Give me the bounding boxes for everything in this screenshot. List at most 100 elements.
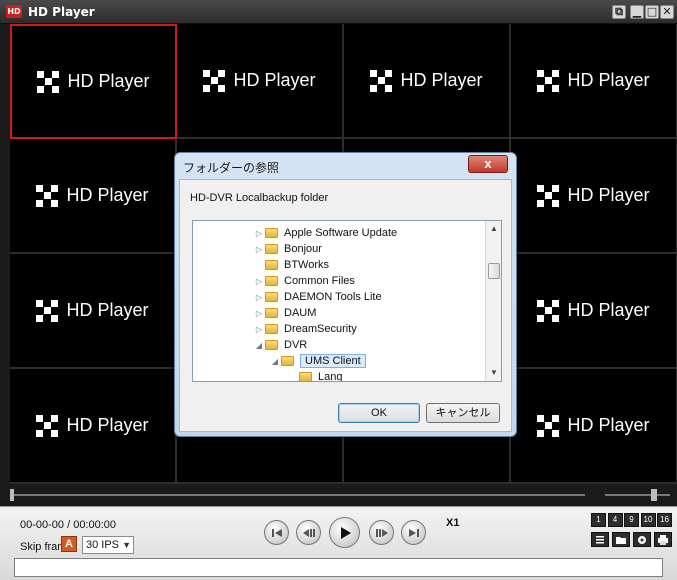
folder-icon xyxy=(265,340,278,350)
seek-slider[interactable] xyxy=(10,488,585,502)
play-icon xyxy=(340,526,351,539)
tree-item[interactable]: BTWorks xyxy=(253,257,329,273)
hd-player-logo-icon xyxy=(37,70,60,93)
video-cell[interactable]: HD Player xyxy=(10,24,177,139)
hd-player-logo-icon xyxy=(537,184,560,207)
skip-mode-badge[interactable]: A xyxy=(61,536,77,552)
settings-icon xyxy=(638,535,646,544)
collapsed-arrow-icon[interactable]: ▷ xyxy=(253,229,265,238)
layout-button[interactable]: 1 xyxy=(591,513,606,527)
fast-forward-icon xyxy=(375,528,388,537)
tree-item-label: DAUM xyxy=(284,307,317,319)
fps-value: 30 IPS xyxy=(86,539,120,551)
video-cell-label: HD Player xyxy=(233,70,316,90)
settings-button[interactable] xyxy=(633,532,651,547)
folder-tree[interactable]: Lang ◢ UMS Client ◢ DVR ▷ DreamSecurity ▷ DAUM ▷ D… xyxy=(192,220,502,382)
volume-track xyxy=(605,494,670,496)
speed-display: X1 xyxy=(446,517,460,529)
hd-player-logo-icon xyxy=(36,414,59,437)
collapsed-arrow-icon[interactable]: ▷ xyxy=(253,309,265,318)
tree-scrollbar[interactable]: ▲ ▼ xyxy=(485,221,501,381)
tree-item-label: BTWorks xyxy=(284,259,330,271)
tree-item[interactable]: ▷ Apple Software Update xyxy=(253,225,397,241)
tree-item[interactable]: ◢ DVR xyxy=(253,337,307,353)
video-cell[interactable]: HD Player xyxy=(511,139,677,254)
tree-item[interactable]: Lang xyxy=(287,369,342,381)
minimize-button[interactable]: ▁ xyxy=(630,5,644,19)
open-folder-icon xyxy=(616,536,626,544)
skip-back-icon xyxy=(271,528,282,537)
collapsed-arrow-icon[interactable]: ▷ xyxy=(253,293,265,302)
video-cell[interactable]: HD Player xyxy=(10,254,177,369)
folder-icon xyxy=(265,324,278,334)
video-cell-label: HD Player xyxy=(567,300,650,320)
video-cell-label: HD Player xyxy=(567,70,650,90)
folder-icon xyxy=(265,276,278,286)
video-cell[interactable]: HD Player xyxy=(10,369,177,484)
tree-item[interactable]: ▷ DreamSecurity xyxy=(253,321,357,337)
tree-item[interactable]: ▷ Bonjour xyxy=(253,241,322,257)
maximize-button[interactable]: □ xyxy=(645,5,659,19)
expanded-arrow-icon[interactable]: ◢ xyxy=(253,341,265,350)
tree-item-label: Common Files xyxy=(284,275,355,287)
collapsed-arrow-icon[interactable]: ▷ xyxy=(253,325,265,334)
control-panel: 00-00-00 / 00:00:00 Skip frame A 30 IPS … xyxy=(0,506,677,580)
scroll-down-icon[interactable]: ▼ xyxy=(486,365,501,381)
cancel-button[interactable]: キャンセル xyxy=(426,403,500,423)
layout-button[interactable]: 9 xyxy=(624,513,639,527)
print-button[interactable] xyxy=(654,532,672,547)
expanded-arrow-icon[interactable]: ◢ xyxy=(269,357,281,366)
volume-slider[interactable] xyxy=(605,488,670,502)
hd-player-logo-icon xyxy=(537,414,560,437)
layout-button[interactable]: 16 xyxy=(657,513,672,527)
video-cell[interactable]: HD Player xyxy=(511,369,677,484)
hd-player-logo-icon xyxy=(370,69,393,92)
rewind-icon xyxy=(302,528,315,537)
video-cell-label: HD Player xyxy=(567,415,650,435)
layout-button[interactable]: 10 xyxy=(640,513,656,527)
dialog-body: HD-DVR Localbackup folder Lang ◢ UMS Clien… xyxy=(179,179,512,432)
hd-player-logo-icon xyxy=(537,69,560,92)
window-title: HD Player xyxy=(28,5,95,19)
video-cell[interactable]: HD Player xyxy=(511,24,677,139)
play-button[interactable] xyxy=(329,517,360,548)
rewind-button[interactable] xyxy=(296,520,321,545)
dialog-title: フォルダーの参照 xyxy=(183,161,280,175)
folder-icon xyxy=(281,356,294,366)
skip-back-button[interactable] xyxy=(264,520,289,545)
restore-icon[interactable]: ⧉ xyxy=(612,5,626,19)
layout-button[interactable]: 4 xyxy=(607,513,623,527)
collapsed-arrow-icon[interactable]: ▷ xyxy=(253,277,265,286)
tree-item-label: DreamSecurity xyxy=(284,323,357,335)
video-cell-label: HD Player xyxy=(66,415,149,435)
chevron-down-icon: ▼ xyxy=(122,540,131,550)
video-cell-label: HD Player xyxy=(66,185,149,205)
list-button[interactable] xyxy=(591,532,609,547)
scroll-thumb[interactable] xyxy=(488,263,500,279)
tree-item[interactable]: ▷ DAEMON Tools Lite xyxy=(253,289,382,305)
scroll-up-icon[interactable]: ▲ xyxy=(486,221,501,237)
skip-forward-button[interactable] xyxy=(401,520,426,545)
tree-item[interactable]: ◢ UMS Client xyxy=(269,353,366,369)
open-folder-button[interactable] xyxy=(612,532,630,547)
fps-select[interactable]: 30 IPS ▼ xyxy=(82,536,134,554)
collapsed-arrow-icon[interactable]: ▷ xyxy=(253,245,265,254)
ok-button[interactable]: OK xyxy=(338,403,420,423)
tree-item-label: Apple Software Update xyxy=(284,227,398,239)
video-cell[interactable]: HD Player xyxy=(344,24,511,139)
tree-item[interactable]: ▷ DAUM xyxy=(253,305,316,321)
video-cell[interactable]: HD Player xyxy=(10,139,177,254)
video-cell[interactable]: HD Player xyxy=(177,24,344,139)
tree-item[interactable]: ▷ Common Files xyxy=(253,273,355,289)
video-cell[interactable]: HD Player xyxy=(511,254,677,369)
video-cell-label: HD Player xyxy=(567,185,650,205)
fast-forward-button[interactable] xyxy=(369,520,394,545)
dialog-close-button[interactable]: x xyxy=(468,155,508,173)
folder-browse-dialog: フォルダーの参照 x HD-DVR Localbackup folder Lan… xyxy=(174,152,517,437)
close-button[interactable]: ✕ xyxy=(660,5,674,19)
list-icon xyxy=(596,535,604,543)
tree-item-label: Bonjour xyxy=(284,243,322,255)
print-icon xyxy=(658,534,668,545)
seek-thumb[interactable] xyxy=(10,489,14,501)
volume-thumb[interactable] xyxy=(650,489,657,501)
